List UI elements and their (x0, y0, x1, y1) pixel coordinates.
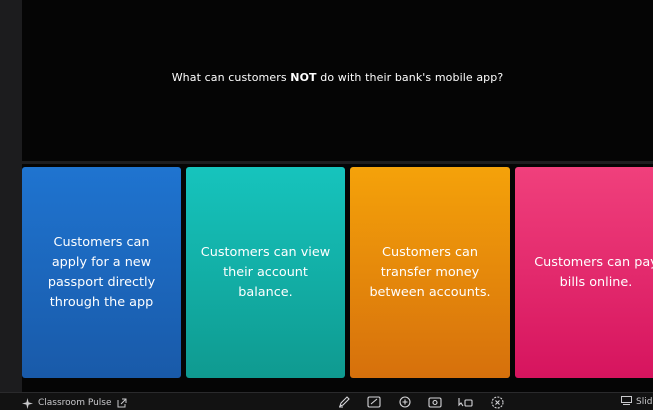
divider (22, 161, 653, 164)
slides-icon (621, 396, 632, 408)
drawing-board-icon[interactable] (366, 395, 382, 409)
add-icon[interactable] (397, 395, 413, 409)
close-circle-icon[interactable] (489, 395, 505, 409)
classroom-pulse-button[interactable]: Classroom Pulse (22, 396, 127, 410)
answer-option-4[interactable]: Customers can pay bills online. (515, 167, 653, 378)
visibility-icon[interactable] (427, 395, 443, 409)
pen-icon[interactable] (336, 395, 352, 409)
answer-option-1[interactable]: Customers can apply for a new passport d… (22, 167, 181, 378)
answer-option-3[interactable]: Customers can transfer money between acc… (350, 167, 510, 378)
answer-option-text: Customers can view their account balance… (200, 244, 331, 300)
question-emphasis: NOT (290, 71, 317, 84)
question-part: What can customers (171, 71, 291, 84)
answer-option-text: Customers can apply for a new passport d… (47, 234, 156, 310)
answer-option-text: Customers can transfer money between acc… (369, 244, 491, 300)
left-strip (0, 0, 22, 392)
question-part: do with their bank's mobile app? (316, 71, 504, 84)
sparkle-icon (22, 397, 33, 409)
answer-option-2[interactable]: Customers can view their account balance… (186, 167, 345, 378)
slides-button[interactable]: Slid (621, 395, 652, 409)
slides-label: Slid (636, 397, 653, 407)
pointer-icon[interactable] (457, 395, 473, 409)
question-text: What can customers NOT do with their ban… (22, 71, 653, 85)
classroom-pulse-label: Classroom Pulse (38, 398, 112, 408)
external-link-icon (117, 398, 127, 408)
answer-option-text: Customers can pay bills online. (534, 254, 653, 290)
